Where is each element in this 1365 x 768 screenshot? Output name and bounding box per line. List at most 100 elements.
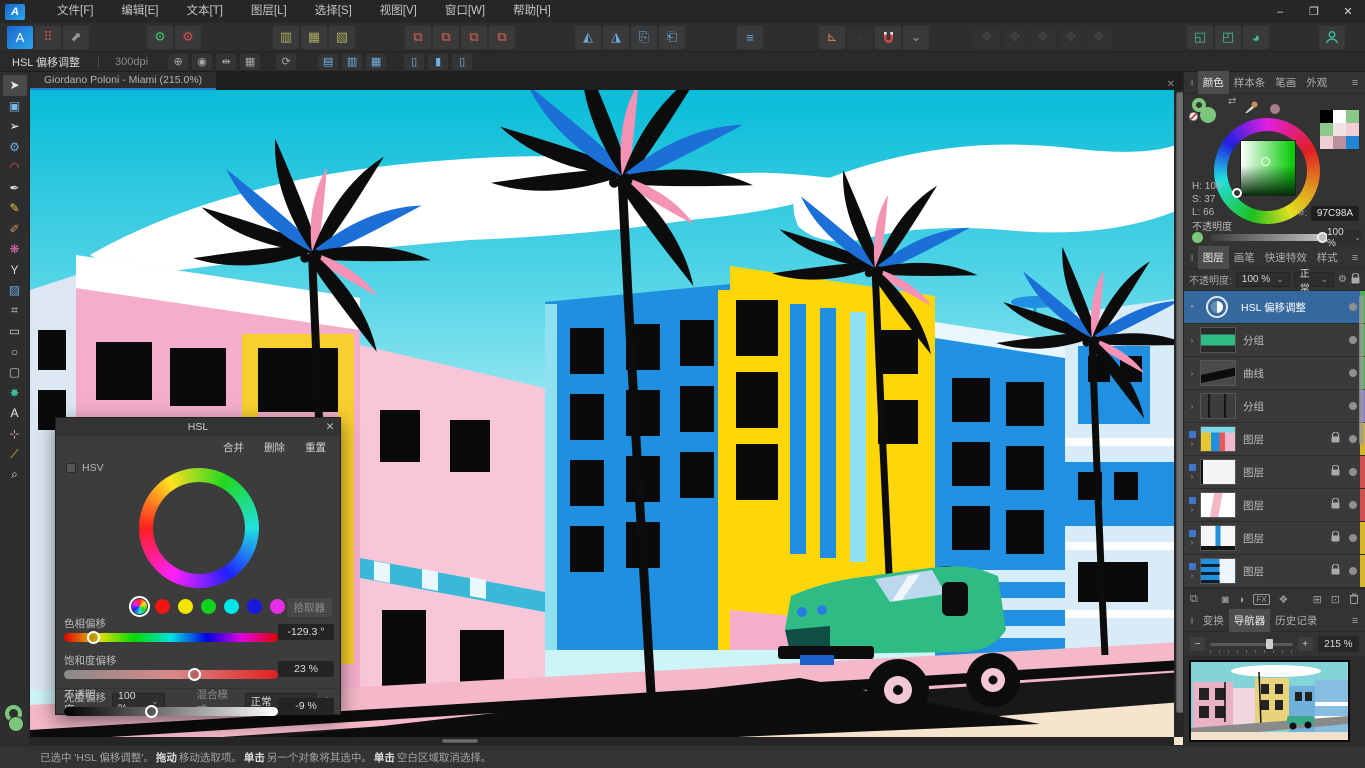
align-center-icon[interactable]: ▥ [342, 54, 362, 70]
zoom-value[interactable]: 215 % [1318, 636, 1359, 652]
layer-visibility-icon[interactable] [1349, 369, 1357, 377]
hsl-close-icon[interactable]: ✕ [320, 421, 340, 433]
align-middle-icon[interactable]: ▮ [428, 54, 448, 70]
navigator-thumbnail[interactable] [1189, 660, 1350, 742]
layers-panel-handle[interactable]: ‖ [1184, 253, 1198, 263]
fill-stroke-swatch[interactable] [3, 705, 27, 735]
color-panel-menu-icon[interactable]: ≡ [1345, 77, 1365, 89]
layer-lock-icon[interactable] [1331, 529, 1345, 547]
align-right-icon[interactable]: ▦ [366, 54, 386, 70]
layer-row-7[interactable]: ›图层 [1184, 522, 1365, 555]
slider-value[interactable]: 23 % [278, 661, 334, 677]
layer-visibility-icon[interactable] [1349, 567, 1357, 575]
canvas[interactable]: HSL ✕ 合并 删除 重置 HSV 拾取器 不透明度: [30, 90, 1183, 745]
hex-input[interactable]: 97C98A [1311, 206, 1359, 221]
layer-visibility-icon[interactable] [1349, 336, 1357, 344]
grid-swatch-7[interactable] [1333, 136, 1346, 149]
expand-chevron-icon[interactable]: › [1191, 571, 1194, 580]
hsl-swatch-6[interactable] [270, 599, 285, 614]
boolean-intersect-icon[interactable]: ⧉ [461, 26, 487, 49]
zoom-in-button[interactable]: + [1298, 637, 1313, 651]
picker-button[interactable]: 拾取器 [287, 598, 333, 617]
color-picker-tool[interactable]: ⊹ [3, 424, 27, 445]
color-tab-0[interactable]: 颜色 [1198, 71, 1229, 94]
live-filter-icon[interactable]: ❖ [1279, 593, 1289, 606]
layer-row-3[interactable]: ›分组 [1184, 390, 1365, 423]
grid-swatch-2[interactable] [1346, 110, 1359, 123]
account-icon[interactable] [1319, 26, 1345, 49]
document-tab[interactable]: Giordano Poloni - Miami (215.0%) [30, 72, 216, 90]
swap-fill-stroke-icon[interactable]: ⇄ [1228, 96, 1236, 107]
hsl-swatch-4[interactable] [224, 599, 239, 614]
vector-settings-icon[interactable]: ⚙ [147, 26, 173, 49]
close-icon[interactable]: ✕ [1331, 0, 1365, 23]
layer-lock-icon[interactable] [1331, 430, 1345, 448]
boolean-add-icon[interactable]: ⧉ [405, 26, 431, 49]
show-grid-icon[interactable]: ▦ [240, 54, 260, 70]
flip-vertical-icon[interactable]: ◮ [603, 26, 629, 49]
layer-visibility-icon[interactable] [1349, 435, 1357, 443]
grid-swatch-1[interactable] [1333, 110, 1346, 123]
measure-tool[interactable]: ⟋ [3, 444, 27, 465]
slider-track-sat[interactable] [64, 670, 278, 679]
color-opacity-slider[interactable] [1210, 234, 1326, 241]
designer-persona-icon[interactable]: A [7, 26, 33, 49]
menu-文本[T][interactable]: 文本[T] [172, 0, 236, 23]
navigator-panel-handle[interactable]: ‖ [1184, 616, 1198, 626]
flip-horizontal-icon[interactable]: ◭ [575, 26, 601, 49]
layer-row-2[interactable]: ›曲线 [1184, 357, 1365, 390]
artboard-tool[interactable]: ▣ [3, 96, 27, 117]
hsl-dialog-header[interactable]: HSL ✕ [56, 418, 340, 436]
boolean-subtract-icon[interactable]: ⧉ [433, 26, 459, 49]
restore-icon[interactable]: ❐ [1297, 0, 1331, 23]
insert-inside-icon[interactable]: ▦ [301, 26, 327, 49]
snapping-magnet-icon[interactable] [875, 26, 901, 49]
hsl-swatch-0[interactable] [132, 599, 147, 614]
zoom-out-button[interactable]: − [1190, 637, 1205, 651]
cycle-selection-box-icon[interactable]: ⊕ [168, 54, 188, 70]
export-persona-icon[interactable]: ⬈ [63, 26, 89, 49]
new-pixel-layer-icon[interactable]: ⊡ [1331, 593, 1340, 606]
menu-图层[L][interactable]: 图层[L] [237, 0, 301, 23]
node-tool[interactable]: ➢ [3, 116, 27, 137]
move-tool[interactable]: ➤ [3, 75, 27, 96]
grid-swatch-8[interactable] [1346, 136, 1359, 149]
layer-row-0[interactable]: ●HSL 偏移调整 [1184, 291, 1365, 324]
menu-编辑[E][interactable]: 编辑[E] [107, 0, 172, 23]
grid-swatch-6[interactable] [1320, 136, 1333, 149]
align-bottom-icon[interactable]: ▯ [452, 54, 472, 70]
grid-swatch-4[interactable] [1333, 123, 1346, 136]
layer-row-8[interactable]: ›图层 [1184, 555, 1365, 588]
expand-chevron-icon[interactable]: › [1191, 472, 1194, 481]
layer-row-6[interactable]: ›图层 [1184, 489, 1365, 522]
layer-visibility-icon[interactable] [1349, 534, 1357, 542]
insert-on-top-icon[interactable]: ▧ [329, 26, 355, 49]
hsv-checkbox[interactable] [66, 463, 76, 473]
layer-lock-icon[interactable] [1331, 562, 1345, 580]
duplicate-icon[interactable]: ⧉ [1190, 593, 1198, 606]
new-layer-icon[interactable]: ⊞ [1313, 593, 1322, 606]
delete-layer-icon[interactable] [1349, 593, 1359, 607]
layer-row-4[interactable]: ›图层 [1184, 423, 1365, 456]
layers-panel-menu-icon[interactable]: ≡ [1345, 252, 1365, 264]
transform-objects-icon[interactable]: ⇹ [216, 54, 236, 70]
eyedropper-icon[interactable] [1244, 100, 1258, 117]
expand-chevron-icon[interactable]: › [1191, 402, 1194, 411]
hsl-swatch-3[interactable] [201, 599, 216, 614]
zoom-tool[interactable]: ⌕ [3, 465, 27, 486]
navigator-panel-menu-icon[interactable]: ≡ [1345, 615, 1365, 627]
mask-icon[interactable]: ◙ [1222, 594, 1229, 606]
fx-icon[interactable]: FX [1253, 594, 1269, 605]
snapping-menu-icon[interactable]: ⌄ [903, 26, 929, 49]
menu-窗口[W][interactable]: 窗口[W] [431, 0, 499, 23]
pixel-settings-icon[interactable]: ⚙ [175, 26, 201, 49]
corner-tool[interactable]: ◠ [3, 157, 27, 178]
close-document-icon[interactable]: ✕ [1159, 79, 1183, 90]
minimize-icon[interactable]: – [1263, 0, 1297, 23]
navigator-tab-0[interactable]: 变换 [1198, 609, 1229, 632]
rectangle-tool[interactable]: ▭ [3, 321, 27, 342]
geometry-divide-icon[interactable]: ◕ [1243, 26, 1269, 49]
slider-thumb[interactable] [145, 705, 158, 718]
align-top-icon[interactable]: ▯ [404, 54, 424, 70]
menu-视图[V][interactable]: 视图[V] [366, 0, 431, 23]
